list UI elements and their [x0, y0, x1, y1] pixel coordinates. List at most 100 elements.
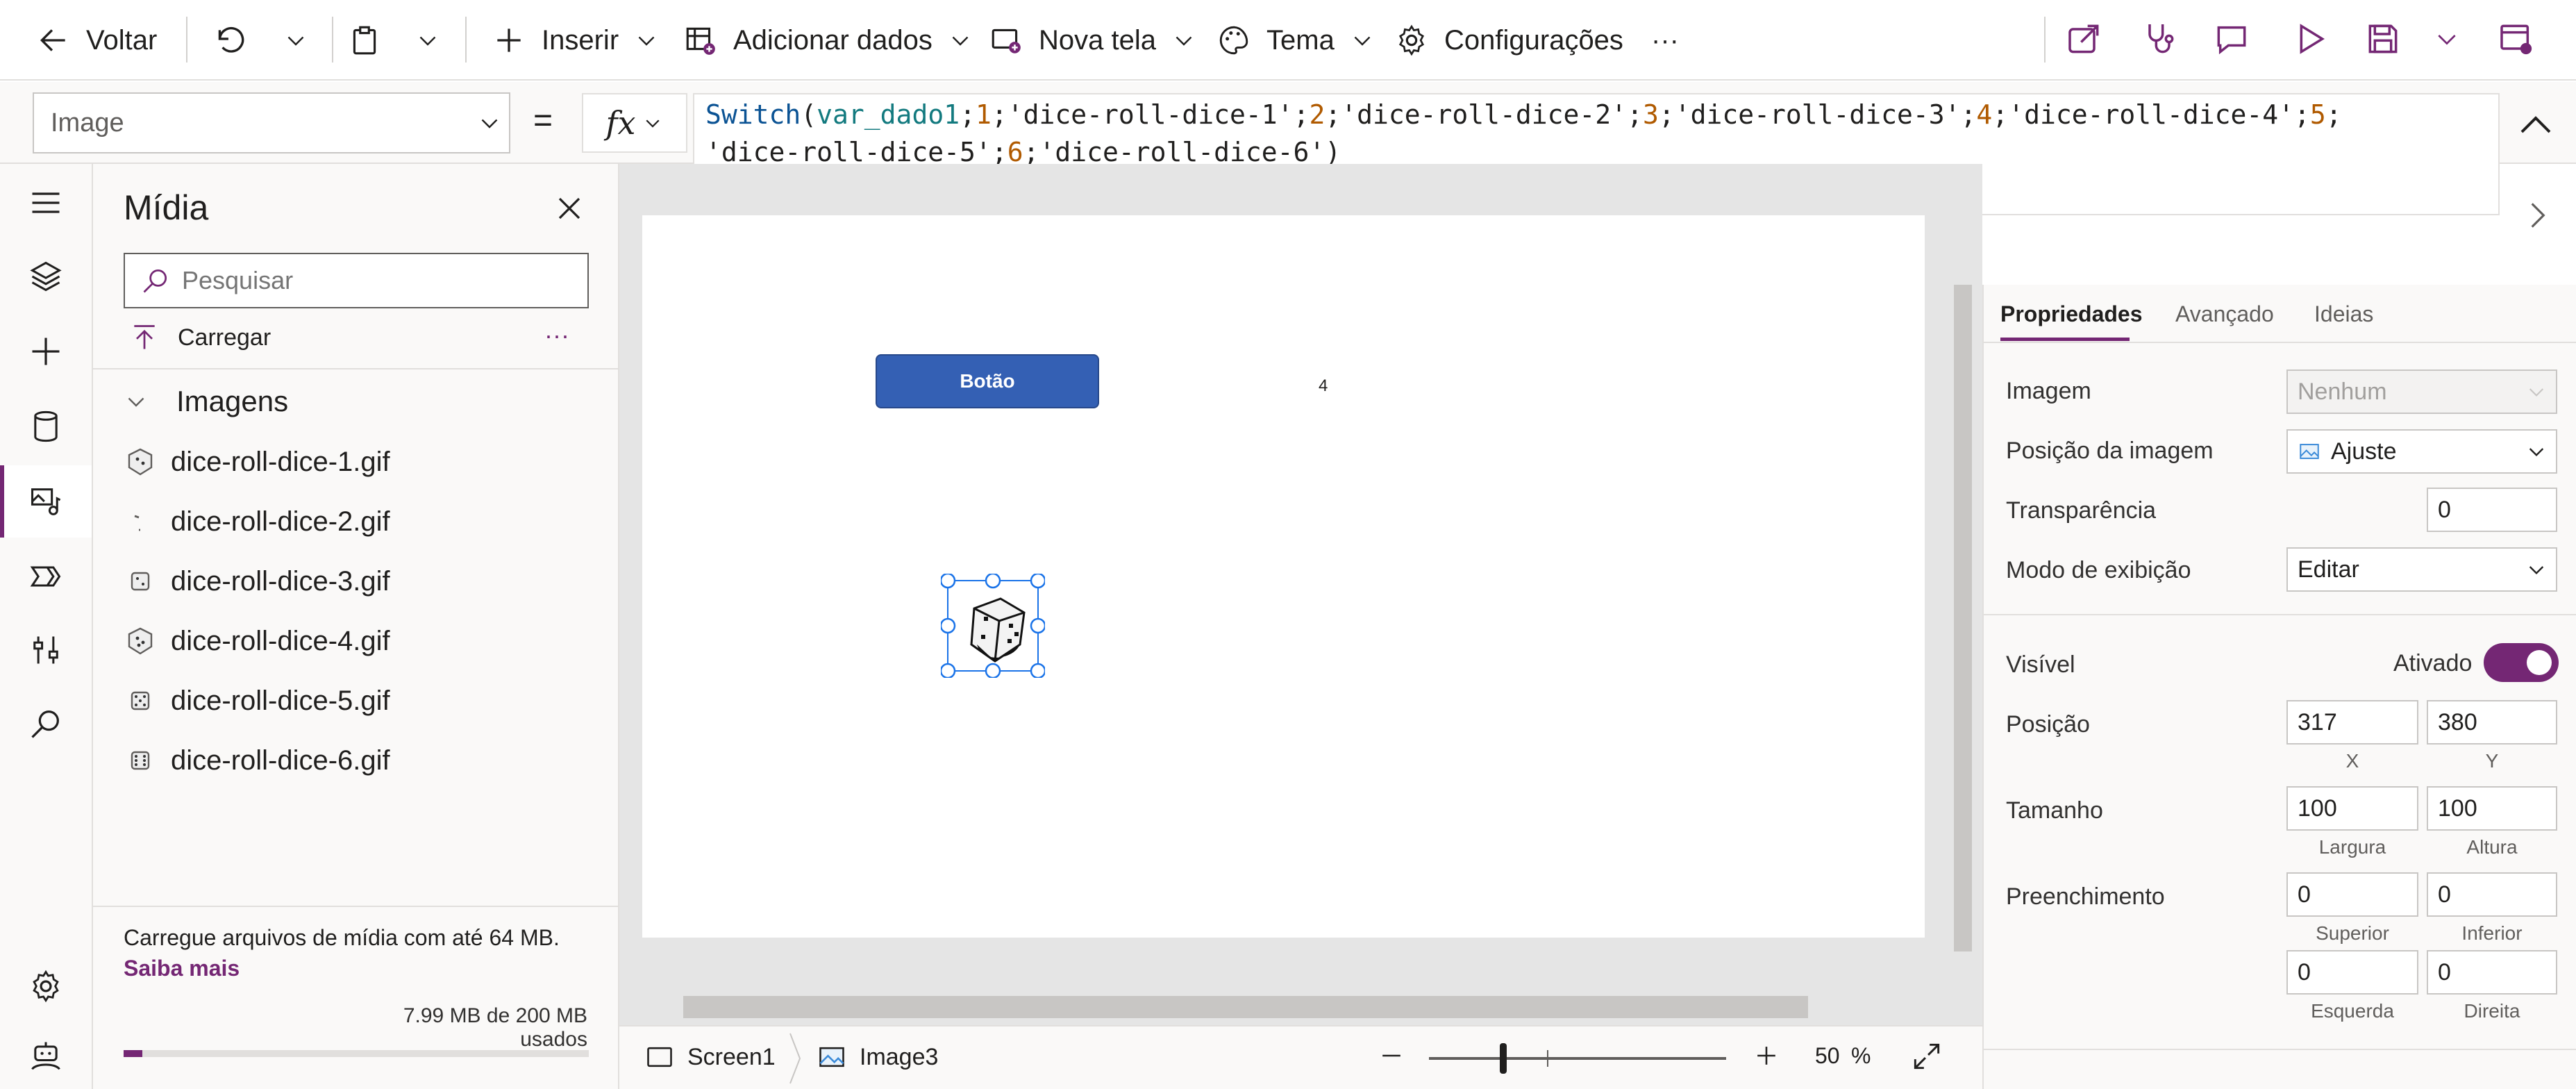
breadcrumb-separator — [789, 1032, 803, 1085]
left-rail — [0, 164, 93, 1089]
upload-button[interactable]: Carregar — [129, 322, 271, 353]
chevron-down-icon — [634, 28, 659, 53]
settings-rail-button[interactable] — [21, 961, 71, 1011]
breadcrumb-screen[interactable]: Screen1 — [644, 1042, 776, 1072]
clipboard-icon — [347, 23, 382, 58]
insert-rail-button[interactable] — [21, 326, 71, 376]
media-item[interactable]: dice-roll-dice-4.gif — [124, 617, 390, 665]
media-item[interactable]: dice-roll-dice-5.gif — [124, 676, 390, 725]
advanced-tools-button[interactable] — [21, 625, 71, 675]
horizontal-scrollbar[interactable] — [619, 990, 1950, 1022]
display-mode-dropdown[interactable]: Editar — [2286, 547, 2557, 592]
paste-button[interactable] — [347, 14, 382, 67]
table-add-icon — [683, 23, 718, 58]
media-rail-item[interactable] — [0, 465, 92, 538]
dice-value-label[interactable]: 4 — [1319, 376, 1328, 396]
data-button[interactable] — [21, 401, 71, 451]
paste-menu-chevron[interactable] — [415, 14, 440, 67]
property-selector[interactable]: Image — [33, 92, 510, 153]
chevron-down-icon — [124, 389, 149, 414]
media-item[interactable]: dice-roll-dice-3.gif — [124, 557, 390, 606]
add-data-button[interactable]: Adicionar dados — [683, 14, 973, 67]
media-item[interactable]: dice-roll-dice-1.gif — [124, 438, 390, 486]
y-caption: Y — [2485, 750, 2499, 772]
zoom-slider[interactable] — [1429, 1043, 1726, 1074]
virtual-agent-button[interactable] — [21, 1031, 71, 1081]
share-button[interactable] — [2065, 19, 2107, 61]
undo-icon — [212, 23, 247, 58]
zoom-out-button[interactable] — [1376, 1040, 1407, 1071]
preview-button[interactable] — [2290, 19, 2332, 61]
back-button[interactable]: Voltar — [36, 14, 157, 67]
zoom-in-button[interactable] — [1751, 1040, 1782, 1071]
gear-icon — [28, 968, 64, 1004]
padding-bottom-input[interactable]: 0 — [2427, 872, 2557, 917]
publish-button[interactable] — [2497, 19, 2539, 61]
collapse-formula-button[interactable] — [2515, 104, 2557, 146]
dice-image[interactable] — [941, 574, 1045, 678]
app-checker-button[interactable] — [2140, 19, 2182, 61]
save-menu-chevron[interactable] — [2427, 19, 2469, 61]
comments-button[interactable] — [2212, 19, 2254, 61]
media-search-box[interactable] — [124, 253, 589, 308]
tree-view-button[interactable] — [21, 251, 71, 301]
image-position-dropdown[interactable]: Ajuste — [2286, 429, 2557, 474]
transparency-input[interactable]: 0 — [2427, 488, 2557, 532]
fx-button[interactable]: fx — [582, 93, 687, 153]
height-input[interactable]: 100 — [2427, 786, 2557, 831]
theme-button[interactable]: Tema — [1216, 14, 1375, 67]
media-item[interactable]: dice-roll-dice-2.gif — [124, 497, 390, 546]
image-dropdown[interactable]: Nenhum — [2286, 369, 2557, 414]
tab-advanced[interactable]: Avançado — [2175, 301, 2274, 327]
close-icon — [553, 192, 586, 225]
layers-icon — [28, 258, 64, 294]
picture-icon — [2298, 440, 2321, 463]
hamburger-icon — [28, 185, 64, 221]
command-bar: Voltar Inserir Adicionar dados Nova tela… — [0, 0, 2576, 81]
media-search-input[interactable] — [182, 266, 543, 295]
zoom-slider-thumb[interactable] — [1500, 1043, 1507, 1074]
screen-icon — [644, 1042, 675, 1072]
images-group-header[interactable]: Imagens — [124, 385, 288, 418]
tab-properties[interactable]: Propriedades — [2000, 301, 2143, 327]
image-prop-label: Imagem — [2006, 378, 2091, 404]
breadcrumb-control[interactable]: Image3 — [817, 1042, 938, 1072]
power-automate-button[interactable] — [21, 551, 71, 601]
fit-to-window-button[interactable] — [1909, 1039, 1944, 1074]
properties-panel: Propriedades Avançado Ideias Imagem Nenh… — [1982, 285, 2576, 1089]
publish-icon — [2497, 19, 2539, 58]
width-caption: Largura — [2318, 836, 2386, 858]
save-button[interactable] — [2364, 19, 2405, 61]
search-rail-button[interactable] — [21, 699, 71, 749]
undo-button[interactable] — [212, 14, 247, 67]
expand-panel-button[interactable] — [2520, 194, 2555, 236]
close-media-button[interactable] — [553, 192, 586, 225]
roll-button[interactable]: Botão — [876, 354, 1099, 408]
padding-left-input[interactable]: 0 — [2286, 950, 2418, 995]
padding-top-input[interactable]: 0 — [2286, 872, 2418, 917]
settings-button[interactable]: Configurações — [1394, 14, 1623, 67]
padding-right-caption: Direita — [2464, 1000, 2520, 1022]
vertical-scrollbar[interactable] — [1950, 285, 1976, 990]
transparency-label: Transparência — [2006, 497, 2157, 524]
x-input[interactable]: 317 — [2286, 700, 2418, 745]
padding-right-input[interactable]: 0 — [2427, 950, 2557, 995]
learn-more-link[interactable]: Saiba mais — [124, 956, 240, 981]
width-input[interactable]: 100 — [2286, 786, 2418, 831]
insert-button[interactable]: Inserir — [492, 14, 659, 67]
tab-ideas[interactable]: Ideias — [2314, 301, 2373, 327]
search-icon — [28, 706, 64, 742]
plus-icon — [1751, 1040, 1782, 1071]
visible-toggle[interactable] — [2484, 643, 2559, 682]
media-footer-note: Carregue arquivos de mídia com até 64 MB… — [124, 925, 560, 950]
new-screen-button[interactable]: Nova tela — [989, 14, 1196, 67]
app-screen[interactable]: Botão 4 — [642, 215, 1925, 938]
y-input[interactable]: 380 — [2427, 700, 2557, 745]
hamburger-menu-button[interactable] — [21, 178, 71, 228]
more-button[interactable]: ··· — [1651, 14, 1679, 67]
dice-thumbnail-icon — [124, 744, 157, 777]
undo-menu-chevron[interactable] — [283, 14, 308, 67]
media-more-button[interactable]: ··· — [544, 321, 569, 350]
media-item[interactable]: dice-roll-dice-6.gif — [124, 736, 390, 785]
dice-thumbnail-icon — [124, 445, 157, 479]
